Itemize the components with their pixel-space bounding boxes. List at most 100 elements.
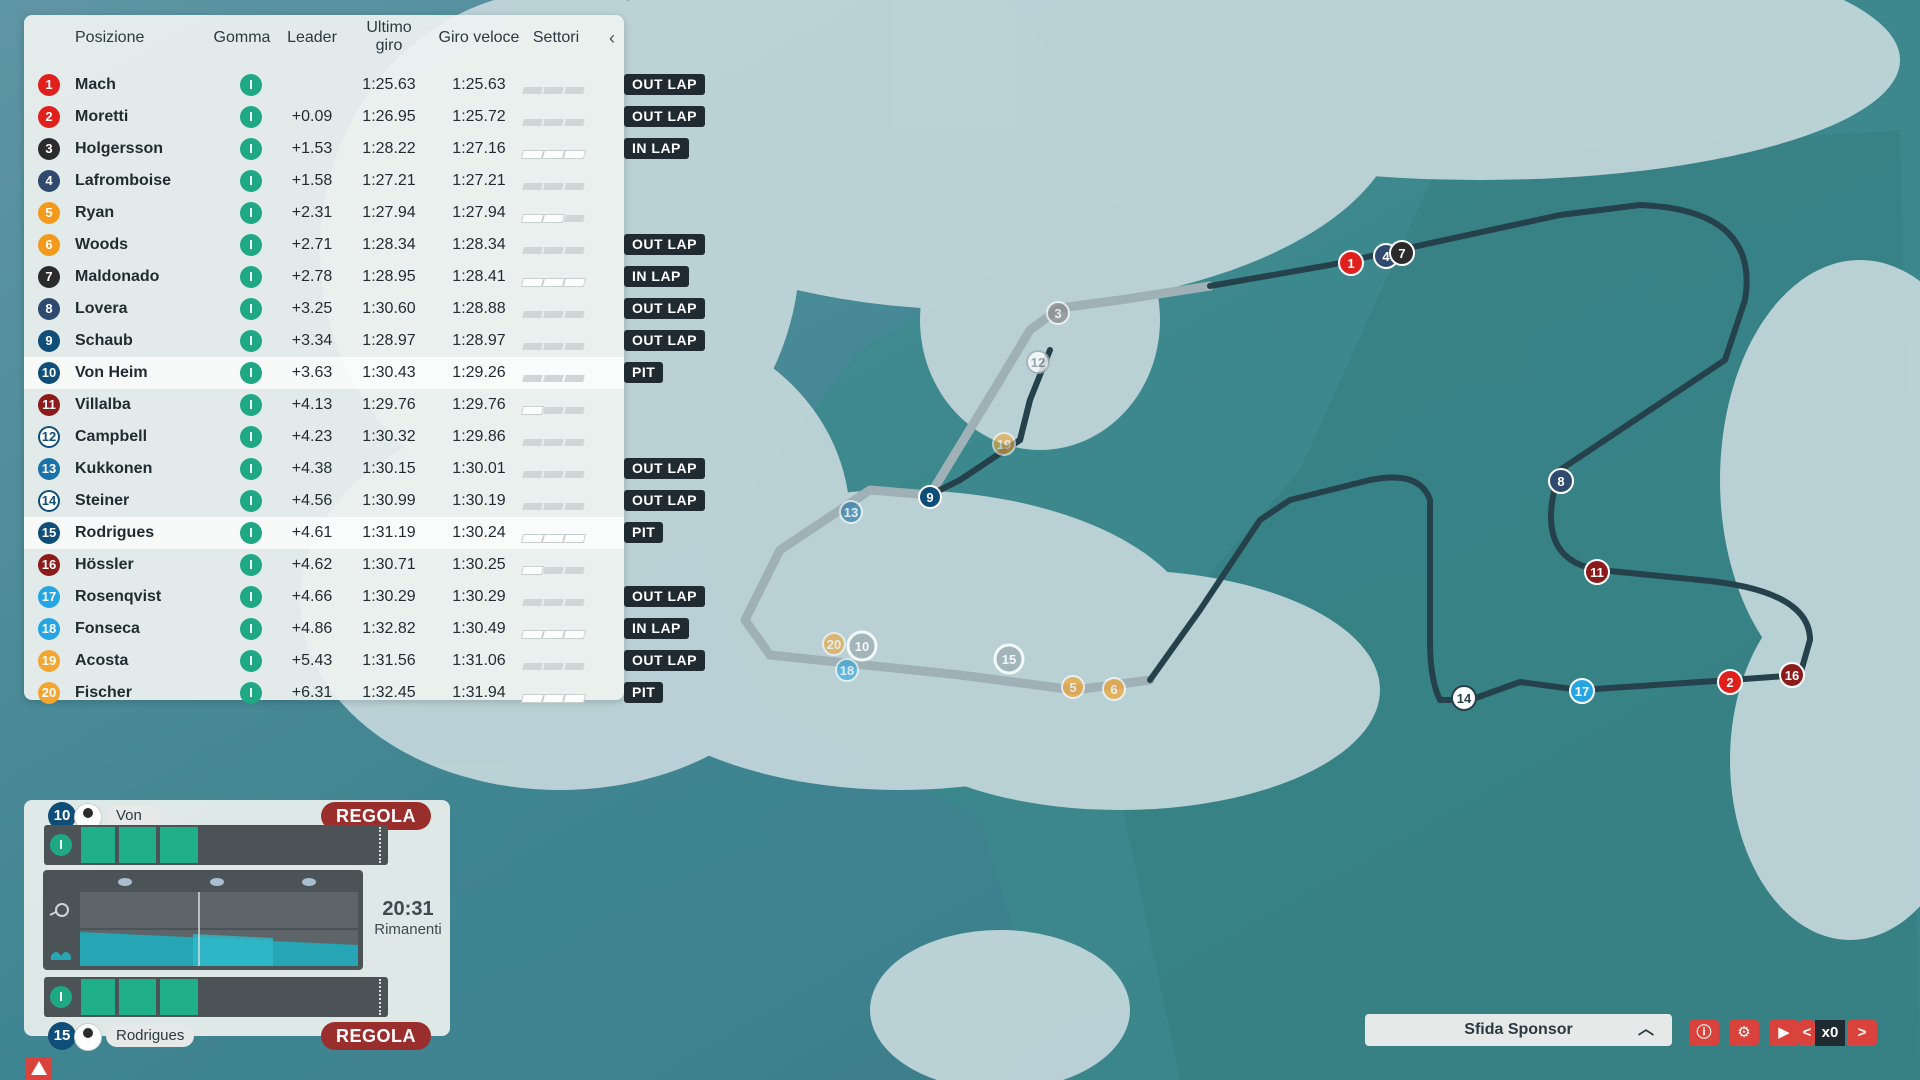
sector-bar bbox=[564, 503, 585, 510]
table-row[interactable]: 12 Campbell I +4.23 1:30.32 1:29.86 bbox=[24, 421, 624, 453]
car-marker-6: 6 bbox=[1102, 677, 1126, 701]
sector-indicator bbox=[522, 305, 587, 318]
tyre-icon: I bbox=[240, 362, 262, 384]
position-badge: 9 bbox=[38, 330, 60, 352]
svg-text:20: 20 bbox=[827, 637, 841, 652]
last-lap-time: 1:32.45 bbox=[362, 684, 416, 701]
last-lap-time: 1:26.95 bbox=[362, 108, 416, 125]
header-leader: Leader bbox=[287, 29, 337, 46]
sector-bar bbox=[564, 567, 585, 574]
tyre-icon: I bbox=[240, 426, 262, 448]
speed-down-button[interactable]: < bbox=[1799, 1020, 1815, 1046]
last-lap-time: 1:30.99 bbox=[362, 492, 416, 509]
driver-name: Woods bbox=[75, 236, 129, 253]
last-lap-time: 1:25.63 bbox=[362, 76, 416, 93]
gap-to-leader: +4.86 bbox=[291, 620, 333, 637]
sector-bar bbox=[543, 183, 564, 190]
driver-name: Kukkonen bbox=[75, 460, 153, 477]
strategy-panel: 10 Von Heim REGOLA I 20:31 Rimanenti I bbox=[24, 800, 450, 1051]
sector-bar bbox=[522, 247, 543, 254]
table-row[interactable]: 11 Villalba I +4.13 1:29.76 1:29.76 bbox=[24, 389, 624, 421]
car-marker-15: 15 bbox=[993, 643, 1025, 675]
sector-bar bbox=[543, 439, 564, 446]
sector-indicator bbox=[522, 657, 587, 670]
table-row[interactable]: 18 Fonseca I +4.86 1:32.82 1:30.49 bbox=[24, 613, 624, 645]
table-row[interactable]: 6 Woods I +2.71 1:28.34 1:28.34 bbox=[24, 229, 624, 261]
best-lap-time: 1:27.94 bbox=[452, 204, 506, 221]
warning-icon[interactable] bbox=[26, 1058, 52, 1080]
svg-text:18: 18 bbox=[840, 663, 854, 678]
table-row[interactable]: 7 Maldonado I +2.78 1:28.95 1:28.41 bbox=[24, 261, 624, 293]
last-lap-time: 1:27.21 bbox=[362, 172, 416, 189]
table-row[interactable]: 17 Rosenqvist I +4.66 1:30.29 1:30.29 bbox=[24, 581, 624, 613]
table-row[interactable]: 13 Kukkonen I +4.38 1:30.15 1:30.01 bbox=[24, 453, 624, 485]
speed-up-button[interactable]: > bbox=[1847, 1020, 1877, 1046]
table-row[interactable]: 19 Acosta I +5.43 1:31.56 1:31.06 bbox=[24, 645, 624, 677]
sector-bar bbox=[564, 375, 585, 382]
tyre-icon: I bbox=[240, 330, 262, 352]
table-row[interactable]: 20 Fischer I +6.31 1:32.45 1:31.94 bbox=[24, 677, 624, 709]
svg-text:7: 7 bbox=[1398, 246, 1405, 261]
driver-name: Acosta bbox=[75, 652, 129, 669]
header-best-lap: Giro veloce bbox=[438, 29, 520, 46]
best-lap-time: 1:27.16 bbox=[452, 140, 506, 157]
best-lap-time: 1:25.72 bbox=[452, 108, 506, 125]
sector-bar bbox=[522, 631, 543, 638]
car-marker-16: 16 bbox=[1779, 662, 1805, 688]
table-row[interactable]: 5 Ryan I +2.31 1:27.94 1:27.94 bbox=[24, 197, 624, 229]
position-badge: 4 bbox=[38, 170, 60, 192]
svg-text:2: 2 bbox=[1726, 675, 1733, 690]
gap-to-leader: +1.53 bbox=[291, 140, 333, 157]
driver-name: Hössler bbox=[75, 556, 134, 573]
gear-icon[interactable]: ⚙ bbox=[1729, 1020, 1759, 1046]
table-row[interactable]: 1 Mach I 1:25.63 1:25.63 bbox=[24, 69, 624, 101]
play-icon[interactable]: ▶ bbox=[1769, 1020, 1799, 1046]
stint-segment bbox=[160, 827, 198, 863]
table-row[interactable]: 10 Von Heim I +3.63 1:30.43 1:29.26 bbox=[24, 357, 624, 389]
sector-bar bbox=[564, 439, 585, 446]
table-row[interactable]: 14 Steiner I +4.56 1:30.99 1:30.19 bbox=[24, 485, 624, 517]
collapse-standings-button[interactable]: ‹ bbox=[604, 29, 620, 47]
rain-cloud-icon bbox=[118, 878, 316, 886]
sector-bar bbox=[522, 279, 543, 286]
last-lap-time: 1:28.34 bbox=[362, 236, 416, 253]
sector-bar bbox=[543, 151, 564, 158]
status-badge: IN LAP bbox=[624, 266, 689, 287]
svg-text:5: 5 bbox=[1069, 680, 1076, 695]
table-row[interactable]: 8 Lovera I +3.25 1:30.60 1:28.88 bbox=[24, 293, 624, 325]
driver-number: 15 bbox=[48, 1022, 76, 1050]
gap-to-leader: +4.13 bbox=[291, 396, 333, 413]
sector-indicator bbox=[522, 497, 587, 510]
car-marker-8: 8 bbox=[1548, 468, 1574, 494]
table-row[interactable]: 16 Hössler I +4.62 1:30.71 1:30.25 bbox=[24, 549, 624, 581]
driver-name: Fonseca bbox=[75, 620, 140, 637]
sector-bar bbox=[522, 503, 543, 510]
sector-bar bbox=[564, 215, 585, 222]
table-row[interactable]: 4 Lafromboise I +1.58 1:27.21 1:27.21 bbox=[24, 165, 624, 197]
sector-bar bbox=[522, 471, 543, 478]
car-marker-13: 13 bbox=[839, 500, 863, 524]
sector-indicator bbox=[522, 593, 587, 606]
position-badge: 5 bbox=[38, 202, 60, 224]
status-badge: OUT LAP bbox=[624, 458, 705, 479]
sector-bar bbox=[543, 695, 564, 702]
sponsor-challenge-button[interactable]: Sfida Sponsor ︿ bbox=[1365, 1014, 1672, 1046]
adjust-button-bottom[interactable]: REGOLA bbox=[321, 1022, 431, 1050]
table-row[interactable]: 2 Moretti I +0.09 1:26.95 1:25.72 bbox=[24, 101, 624, 133]
table-row[interactable]: 15 Rodrigues I +4.61 1:31.19 1:30.24 bbox=[24, 517, 624, 549]
sector-bar bbox=[543, 631, 564, 638]
sector-bar bbox=[564, 279, 585, 286]
table-row[interactable]: 3 Holgersson I +1.53 1:28.22 1:27.16 bbox=[24, 133, 624, 165]
sector-bar bbox=[543, 343, 564, 350]
gap-to-leader: +4.62 bbox=[291, 556, 333, 573]
status-badge: OUT LAP bbox=[624, 234, 705, 255]
position-badge: 19 bbox=[38, 650, 60, 672]
last-lap-time: 1:28.95 bbox=[362, 268, 416, 285]
position-badge: 10 bbox=[38, 362, 60, 384]
driver-name: Villalba bbox=[75, 396, 131, 413]
status-badge: OUT LAP bbox=[624, 330, 705, 351]
svg-text:12: 12 bbox=[1031, 355, 1045, 370]
car-marker-9: 9 bbox=[918, 485, 942, 509]
table-row[interactable]: 9 Schaub I +3.34 1:28.97 1:28.97 bbox=[24, 325, 624, 357]
info-icon[interactable]: ⓘ bbox=[1689, 1020, 1719, 1046]
